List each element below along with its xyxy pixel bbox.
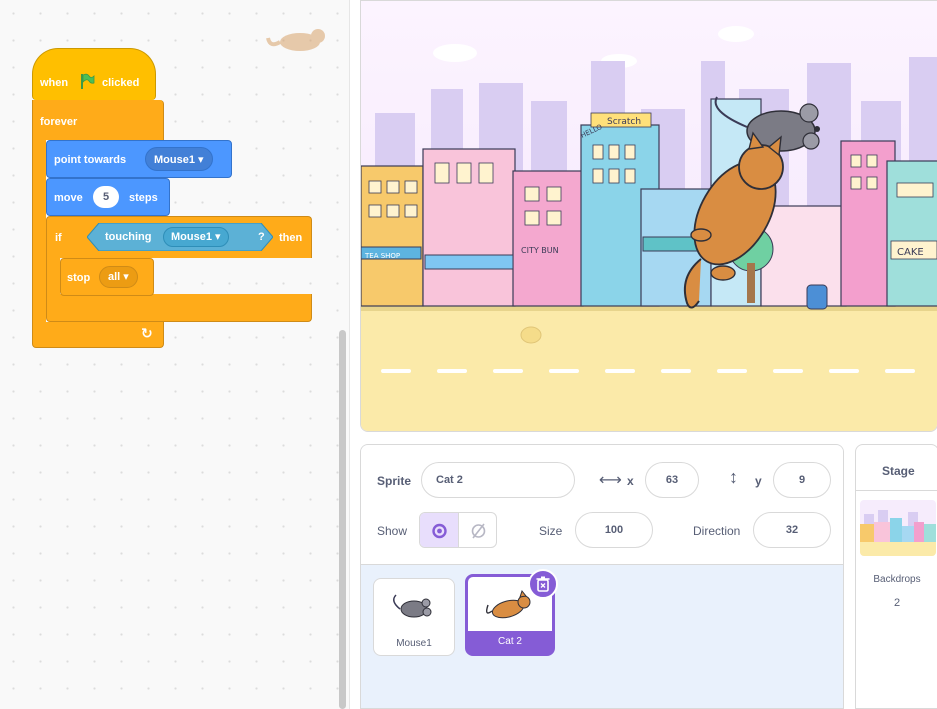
- green-flag-icon: [81, 73, 95, 89]
- clicked-label: clicked: [102, 77, 140, 89]
- mouse-thumbnail-icon: [393, 594, 432, 618]
- stage[interactable]: Scratch HELLO TEA SHOP CITY BUN CAKE: [360, 0, 937, 432]
- move-steps-input[interactable]: 5: [93, 186, 119, 208]
- touching-target-dropdown[interactable]: Mouse1 ▾: [163, 227, 229, 247]
- sprite-tile-label: Mouse1: [396, 638, 432, 649]
- move-label: move: [54, 192, 83, 204]
- sprite-info-bar: Sprite Cat 2 ⟷ x 63 ↕ y 9 Show Size 100 …: [361, 445, 843, 565]
- point-towards-target-dropdown[interactable]: Mouse1 ▾: [145, 147, 213, 171]
- point-towards-label: point towards: [54, 154, 127, 166]
- stage-target-pane[interactable]: Stage Backdrops 2: [855, 444, 937, 709]
- size-label: Size: [539, 524, 563, 538]
- sprite-tile-mouse1[interactable]: Mouse1: [373, 578, 455, 656]
- x-label: x: [627, 474, 634, 488]
- loop-arrow-icon: ↻: [141, 325, 153, 341]
- code-area-scrollbar[interactable]: [339, 330, 346, 709]
- touching-label: touching: [105, 231, 152, 243]
- y-label: y: [755, 474, 762, 488]
- cat-sprite-ghost-icon: [266, 29, 325, 51]
- eye-icon: [432, 523, 447, 539]
- city-bun-sign: CITY BUN: [521, 246, 559, 255]
- question-mark-label: ?: [258, 231, 265, 243]
- forever-block-bottom[interactable]: ↻: [32, 322, 164, 348]
- move-steps-block[interactable]: move 5 steps: [46, 178, 170, 216]
- stop-block[interactable]: stop all ▾: [60, 258, 154, 296]
- backdrops-count: 2: [893, 597, 901, 609]
- backdrop-thumbnail[interactable]: [860, 500, 936, 556]
- sprite-pane: Sprite Cat 2 ⟷ x 63 ↕ y 9 Show Size 100 …: [360, 444, 844, 709]
- forever-block[interactable]: forever: [32, 100, 164, 140]
- direction-input[interactable]: 32: [753, 512, 831, 548]
- y-arrows-icon: ↕: [729, 467, 738, 487]
- trash-icon: [536, 576, 550, 592]
- tea-shop-sign: TEA SHOP: [364, 252, 400, 260]
- if-arm: [46, 256, 60, 298]
- show-toggle-group: [419, 512, 497, 548]
- then-label: then: [279, 232, 303, 244]
- sprite-tile-label: Cat 2: [468, 631, 552, 653]
- sprite-label: Sprite: [377, 474, 412, 488]
- if-then-block[interactable]: if touching Mouse1 ▾ ? then: [46, 216, 312, 258]
- delete-sprite-button[interactable]: [528, 569, 558, 599]
- if-label: if: [55, 232, 62, 244]
- when-label: when: [40, 77, 69, 89]
- backdrops-label: Backdrops: [873, 574, 921, 585]
- show-visible-button[interactable]: [420, 513, 459, 547]
- stage-canvas: Scratch HELLO TEA SHOP CITY BUN CAKE: [361, 1, 937, 431]
- show-label: Show: [377, 524, 408, 538]
- size-input[interactable]: 100: [575, 512, 653, 548]
- stage-pane-header: Stage: [856, 445, 937, 491]
- stage-pane-title: Stage: [882, 464, 915, 478]
- stop-label: stop: [67, 272, 91, 284]
- show-hidden-button[interactable]: [459, 513, 496, 547]
- if-block-bottom[interactable]: [46, 294, 312, 322]
- city-backdrop-icon: [860, 500, 936, 556]
- x-position-input[interactable]: 63: [645, 462, 699, 498]
- forever-label: forever: [40, 116, 78, 128]
- when-flag-clicked-block[interactable]: when clicked: [32, 48, 156, 100]
- code-area[interactable]: when clicked forever ↻ point towards Mou…: [0, 0, 350, 709]
- forever-arm: [32, 140, 46, 326]
- direction-label: Direction: [693, 524, 741, 538]
- sprite-name-input[interactable]: Cat 2: [421, 462, 575, 498]
- scratch-sign: Scratch: [607, 117, 641, 127]
- x-arrows-icon: ⟷: [599, 472, 622, 489]
- steps-label: steps: [129, 192, 158, 204]
- cake-sign: CAKE: [897, 247, 924, 258]
- point-towards-block[interactable]: point towards Mouse1 ▾: [46, 140, 232, 178]
- eye-slash-icon: [471, 523, 486, 539]
- y-position-input[interactable]: 9: [773, 462, 831, 498]
- stop-option-dropdown[interactable]: all ▾: [99, 266, 138, 288]
